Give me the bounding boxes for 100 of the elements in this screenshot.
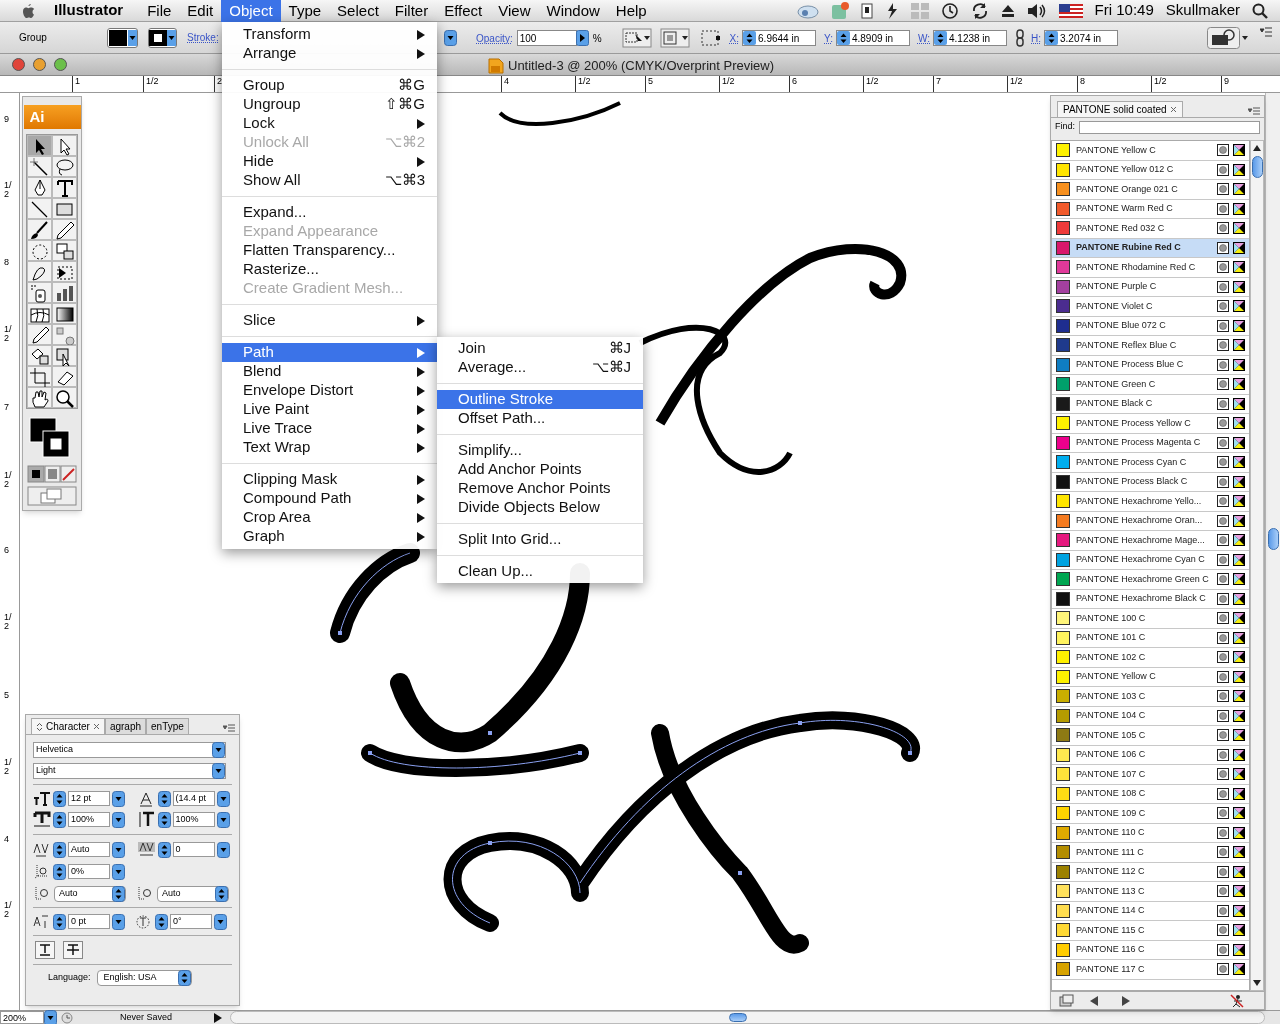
swatch-row[interactable]: PANTONE Process Black C [1052, 472, 1249, 492]
cloud-status-icon[interactable] [796, 2, 819, 19]
stepper-icon[interactable] [157, 841, 171, 858]
swatch-row[interactable]: PANTONE Warm Red C [1052, 199, 1249, 219]
menu-item[interactable]: Edit [179, 0, 222, 22]
swatch-row[interactable]: PANTONE Black C [1052, 394, 1249, 414]
find-field[interactable] [1079, 120, 1260, 134]
stepper-icon[interactable] [155, 913, 168, 930]
swatch-row[interactable]: PANTONE 103 C [1052, 687, 1249, 707]
tool-button[interactable] [27, 324, 52, 345]
search-icon[interactable] [1252, 2, 1268, 19]
swatch-row[interactable]: PANTONE Orange 021 C [1052, 180, 1249, 200]
previous-library-icon[interactable] [1089, 995, 1099, 1006]
aki-popup[interactable]: Auto [54, 885, 126, 902]
stroke-link[interactable]: Stroke: [187, 30, 219, 45]
zoom-dropdown-arrow-icon[interactable] [44, 1009, 57, 1024]
stepper-icon[interactable] [934, 31, 947, 45]
menu-item[interactable]: Compound Path [222, 489, 437, 508]
swatch-row[interactable]: PANTONE Hexachrome Oran... [1052, 511, 1249, 531]
swatch-row[interactable]: PANTONE 105 C [1052, 726, 1249, 746]
close-button[interactable] [12, 58, 25, 71]
menu-item[interactable]: Crop Area [222, 508, 437, 527]
panel-tab[interactable]: agraph [104, 718, 147, 734]
link-constrain-icon[interactable] [1015, 29, 1025, 47]
apple-logo-icon[interactable] [20, 1, 36, 20]
opacity-link[interactable]: Opacity: [476, 30, 513, 46]
menu-item[interactable]: Window [538, 0, 608, 22]
status-arrow-icon[interactable] [214, 1012, 222, 1023]
menu-clock[interactable]: Fri 10:49 [1094, 0, 1154, 22]
swatch-row[interactable]: PANTONE 104 C [1052, 706, 1249, 726]
panel-tab[interactable]: PANTONE solid coated [1057, 101, 1183, 117]
stroke-color-selector[interactable] [148, 27, 177, 48]
tool-button[interactable] [27, 177, 52, 198]
tool-button[interactable] [52, 387, 77, 408]
plug-status-icon[interactable] [860, 2, 873, 19]
menu-item[interactable]: Ungroup ⇧⌘G [222, 95, 437, 114]
fill-color-selector[interactable] [107, 27, 138, 48]
stepper-icon[interactable] [53, 913, 66, 930]
menu-item[interactable]: Join ⌘J [437, 339, 643, 358]
tool-button[interactable] [52, 345, 77, 366]
coordinate-field[interactable]: 4.8909 in [835, 30, 910, 46]
strikethrough-button[interactable] [63, 941, 83, 959]
menu-item[interactable]: Rasterize... [222, 260, 437, 279]
swatch-row[interactable]: PANTONE Rubine Red C [1052, 238, 1249, 258]
app-name-menu[interactable]: Illustrator [54, 0, 124, 22]
swatch-row[interactable]: PANTONE 106 C [1052, 745, 1249, 765]
menu-item[interactable]: Object [221, 0, 281, 22]
menu-item[interactable]: Lock [222, 114, 437, 133]
swatch-row[interactable]: PANTONE 117 C [1052, 960, 1249, 980]
stepper-icon[interactable] [1045, 31, 1058, 45]
swatch-row[interactable]: PANTONE Red 032 C [1052, 219, 1249, 239]
swatch-row[interactable]: PANTONE Hexachrome Mage... [1052, 531, 1249, 551]
swatch-row[interactable]: PANTONE 110 C [1052, 823, 1249, 843]
user-name-menu[interactable]: Skullmaker [1165, 0, 1240, 22]
app-status-icon[interactable] [830, 1, 849, 20]
menu-item[interactable]: Remove Anchor Points [437, 479, 643, 498]
swatch-row[interactable]: PANTONE 102 C [1052, 648, 1249, 668]
character-value-field[interactable]: (14.4 pt [172, 791, 215, 806]
menu-item[interactable]: Clipping Mask [222, 470, 437, 489]
menu-item[interactable]: Show All ⌥⌘3 [222, 171, 437, 190]
eject-icon[interactable] [1000, 3, 1015, 18]
menu-item[interactable]: Split Into Grid... [437, 530, 643, 549]
scroll-down-icon[interactable] [1253, 979, 1261, 987]
horizontal-scrollbar[interactable] [230, 1011, 1265, 1024]
menu-item[interactable]: Add Anchor Points [437, 460, 643, 479]
swatch-row[interactable]: PANTONE Hexachrome Black C [1052, 589, 1249, 609]
menu-item[interactable]: Envelope Distort [222, 381, 437, 400]
tool-button[interactable] [52, 240, 77, 261]
tool-button[interactable] [27, 135, 52, 156]
tool-button[interactable] [52, 303, 77, 324]
menu-item[interactable]: Effect [436, 0, 491, 22]
isolate-selection-icon[interactable] [621, 28, 652, 48]
opacity-field[interactable]: 100 [516, 30, 577, 46]
swatch-row[interactable]: PANTONE 101 C [1052, 628, 1249, 648]
panel-menu-icon[interactable] [223, 723, 235, 733]
menu-item[interactable]: Divide Objects Below [437, 498, 643, 517]
vertical-scrollbar[interactable] [1265, 93, 1280, 1010]
tool-button[interactable] [27, 219, 52, 240]
swatch-row[interactable]: PANTONE 116 C [1052, 940, 1249, 960]
font-family-field[interactable]: Helvetica [33, 742, 226, 758]
font-style-field[interactable]: Light [33, 763, 226, 779]
swatch-row[interactable]: PANTONE Process Cyan C [1052, 453, 1249, 473]
stepper-icon[interactable] [836, 31, 850, 45]
coordinate-field[interactable]: 3.2074 in [1044, 30, 1118, 46]
zoom-button[interactable] [54, 58, 67, 71]
stepper-icon[interactable] [743, 31, 757, 45]
character-value-field[interactable]: 12 pt [68, 791, 110, 806]
coordinate-field[interactable]: 4.1238 in [933, 30, 1007, 46]
tool-button[interactable] [52, 219, 77, 240]
menu-item[interactable]: Live Trace [222, 419, 437, 438]
menu-item[interactable]: Outline Stroke [437, 390, 643, 409]
tool-button[interactable] [27, 198, 52, 219]
swatch-row[interactable]: PANTONE 112 C [1052, 862, 1249, 882]
stepper-icon[interactable] [112, 885, 125, 902]
tool-button[interactable] [52, 282, 77, 303]
swatch-row[interactable]: PANTONE Reflex Blue C [1052, 336, 1249, 356]
panel-menu-icon[interactable] [1248, 106, 1260, 116]
stepper-icon[interactable] [215, 885, 228, 902]
tool-button[interactable] [52, 156, 77, 177]
color-mode-icon[interactable] [27, 465, 77, 483]
